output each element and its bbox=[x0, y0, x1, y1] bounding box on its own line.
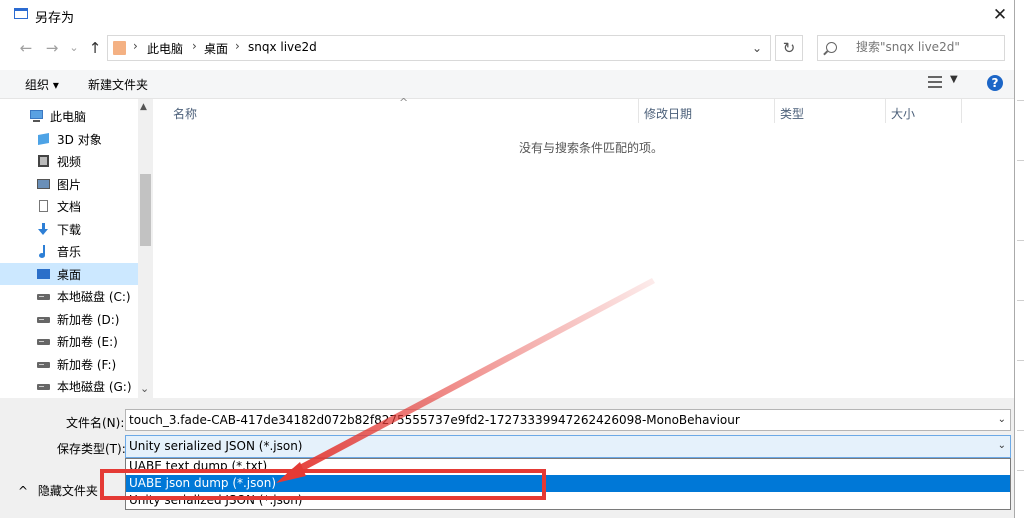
annotation-arrow bbox=[276, 278, 655, 483]
